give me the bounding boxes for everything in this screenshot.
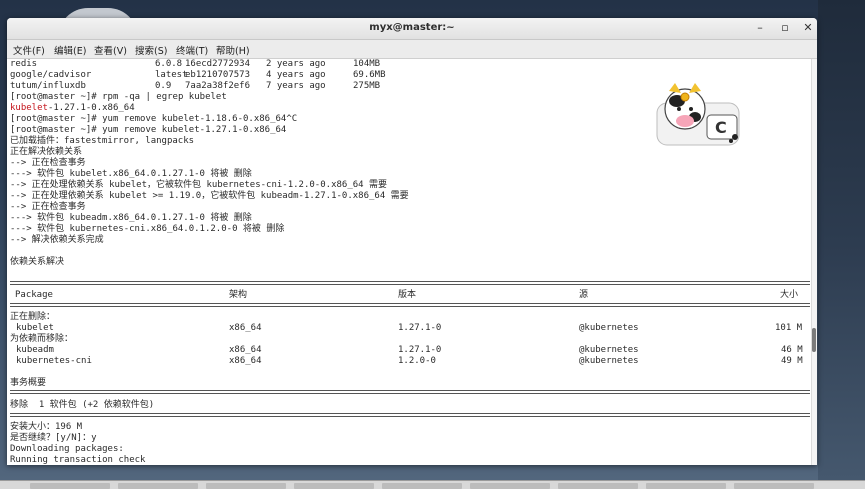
output-line: --> 正在处理依赖关系 kubelet >= 1.19.0，它被软件包 kub…: [10, 191, 409, 201]
output-line: 依赖关系解决: [10, 257, 65, 267]
output-line: --> 正在处理依赖关系 kubelet，它被软件包 kubernetes-cn…: [10, 180, 387, 190]
output-line: 事务概要: [10, 378, 47, 388]
sticker-letter: C: [715, 118, 727, 137]
menu-file[interactable]: 文件(F): [13, 43, 45, 57]
section-label: 为依赖而移除：: [10, 334, 74, 344]
table-divider: [10, 390, 810, 394]
output-line: 安装大小：196 M: [10, 422, 83, 432]
output-line: Downloading packages:: [10, 444, 124, 454]
taskbar-item[interactable]: [646, 483, 726, 489]
taskbar-item[interactable]: [382, 483, 462, 489]
menu-search[interactable]: 搜索(S): [135, 43, 167, 57]
terminal-window[interactable]: myx@master:~ – ▫ ✕ 文件(F) 编辑(E) 查看(V) 搜索(…: [7, 18, 817, 465]
command-line: [root@master ~]# yum remove kubelet-1.27…: [10, 125, 287, 135]
section-label: 正在删除：: [10, 312, 56, 322]
output-line: --> 解决依赖关系完成: [10, 235, 104, 245]
cow-sticker-image: C: [656, 83, 740, 146]
table-divider: [10, 281, 810, 285]
menu-bar: 文件(F) 编辑(E) 查看(V) 搜索(S) 终端(T) 帮助(H): [7, 40, 817, 59]
output-line: ---> 软件包 kubernetes-cni.x86_64.0.1.2.0-0…: [10, 224, 285, 234]
taskbar-item[interactable]: [558, 483, 638, 489]
scrollbar-thumb[interactable]: [812, 328, 816, 352]
menu-terminal[interactable]: 终端(T): [176, 43, 208, 57]
output-line: 已加载插件：fastestmirror, langpacks: [10, 136, 195, 146]
scrollbar-track[interactable]: [811, 59, 817, 465]
menu-help[interactable]: 帮助(H): [216, 43, 250, 57]
output-line: ---> 软件包 kubeadm.x86_64.0.1.27.1-0 将被 删除: [10, 213, 252, 223]
output-line: 移除 1 软件包 (+2 依赖软件包): [10, 400, 155, 410]
taskbar-item[interactable]: [206, 483, 286, 489]
table-divider: [10, 413, 810, 417]
taskbar: [0, 480, 865, 489]
window-title: myx@master:~: [369, 22, 455, 33]
output-line: ---> 软件包 kubelet.x86_64.0.1.27.1-0 将被 删除: [10, 169, 252, 179]
terminal-output[interactable]: redis 6.0.8 16ecd2772934 2 years ago 104…: [7, 59, 811, 465]
table-divider: [10, 303, 810, 307]
taskbar-item[interactable]: [470, 483, 550, 489]
highlight-match: kubelet: [10, 103, 48, 113]
output-line: 正在解决依赖关系: [10, 147, 83, 157]
output-line: kubelet-1.27.1-0.x86_64: [10, 103, 135, 113]
minimize-button[interactable]: –: [753, 21, 767, 35]
output-line: --> 正在检查事务: [10, 202, 86, 212]
output-line: 是否继续？[y/N]：y: [10, 433, 97, 443]
taskbar-item[interactable]: [30, 483, 110, 489]
maximize-button[interactable]: ▫: [778, 21, 792, 35]
output-line: Running transaction check: [10, 455, 146, 465]
taskbar-item[interactable]: [294, 483, 374, 489]
menu-view[interactable]: 查看(V): [94, 43, 127, 57]
title-bar[interactable]: myx@master:~ – ▫ ✕: [7, 18, 817, 40]
output-line: --> 正在检查事务: [10, 158, 86, 168]
taskbar-item[interactable]: [734, 483, 814, 489]
close-button[interactable]: ✕: [801, 21, 815, 35]
command-line: [root@master ~]# rpm -qa | egrep kubelet: [10, 92, 227, 102]
taskbar-item[interactable]: [118, 483, 198, 489]
menu-edit[interactable]: 编辑(E): [54, 43, 86, 57]
command-line: [root@master ~]# yum remove kubelet-1.18…: [10, 114, 298, 124]
desktop-right-area: [818, 0, 865, 489]
